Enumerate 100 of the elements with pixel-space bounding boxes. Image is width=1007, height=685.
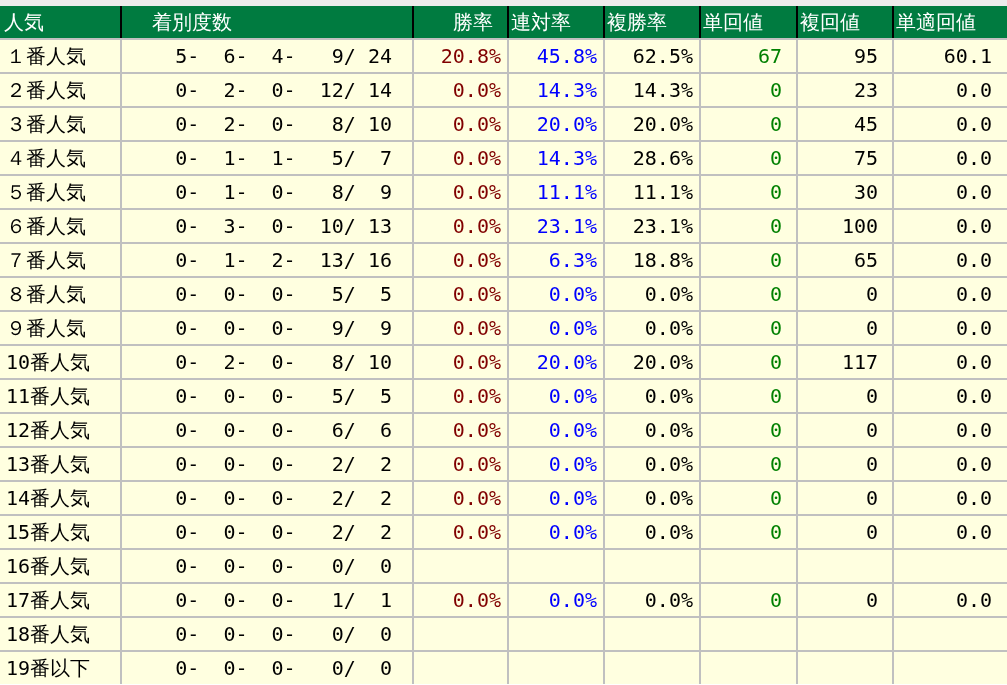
table-cell: 0- 1- 0- 8/ 9	[122, 176, 412, 208]
table-cell: 14.3%	[605, 74, 699, 106]
table-cell: 0	[798, 482, 892, 514]
table-cell: 0.0%	[605, 278, 699, 310]
table-cell: 0- 0- 0- 5/ 5	[122, 380, 412, 412]
table-cell: 0- 1- 1- 5/ 7	[122, 142, 412, 174]
table-cell: 0- 2- 0- 8/ 10	[122, 108, 412, 140]
row-label: ３番人気	[0, 108, 120, 140]
table-cell: 0.0%	[605, 448, 699, 480]
table-cell: 0- 2- 0- 12/ 14	[122, 74, 412, 106]
table-cell: 20.0%	[605, 108, 699, 140]
table-cell: 0	[701, 482, 796, 514]
row-label: 19番以下	[0, 652, 120, 684]
table-cell: 0- 0- 0- 2/ 2	[122, 448, 412, 480]
table-cell: 20.0%	[509, 346, 603, 378]
table-cell: 0.0%	[414, 74, 507, 106]
row-label: 15番人気	[0, 516, 120, 548]
table-cell: 95	[798, 40, 892, 72]
row-label: ２番人気	[0, 74, 120, 106]
table-cell: 5- 6- 4- 9/ 24	[122, 40, 412, 72]
table-cell: 117	[798, 346, 892, 378]
table-cell: 0.0%	[509, 414, 603, 446]
table-cell: 0.0	[894, 142, 1007, 174]
table-cell: 0- 0- 0- 9/ 9	[122, 312, 412, 344]
row-label: 16番人気	[0, 550, 120, 582]
table-cell: 0.0%	[414, 380, 507, 412]
table-cell: 0	[701, 584, 796, 616]
table-cell: 0	[701, 346, 796, 378]
row-label: ６番人気	[0, 210, 120, 242]
table-cell: 0.0%	[414, 176, 507, 208]
table-cell: 0.0	[894, 312, 1007, 344]
table-cell: 0- 0- 0- 0/ 0	[122, 618, 412, 650]
table-cell: 0	[701, 142, 796, 174]
table-cell: 0	[798, 448, 892, 480]
row-label: ５番人気	[0, 176, 120, 208]
table-cell: 0.0%	[605, 482, 699, 514]
table-cell: 11.1%	[509, 176, 603, 208]
column-header: 連対率	[509, 6, 605, 38]
table-cell: 20.0%	[509, 108, 603, 140]
table-cell: 0.0%	[509, 448, 603, 480]
table-cell: 0.0	[894, 176, 1007, 208]
column-header: 複勝率	[605, 6, 701, 38]
table-cell: 0.0%	[414, 448, 507, 480]
table-cell: 60.1	[894, 40, 1007, 72]
table-cell: 0- 0- 0- 5/ 5	[122, 278, 412, 310]
table-cell: 28.6%	[605, 142, 699, 174]
table-cell: 0.0%	[509, 516, 603, 548]
row-label: 11番人気	[0, 380, 120, 412]
table-cell: 30	[798, 176, 892, 208]
table-cell: 0	[701, 176, 796, 208]
table-cell: 0.0%	[414, 346, 507, 378]
table-cell: 0	[701, 380, 796, 412]
row-label: 14番人気	[0, 482, 120, 514]
table-cell: 0	[701, 210, 796, 242]
row-label: ８番人気	[0, 278, 120, 310]
row-label: ７番人気	[0, 244, 120, 276]
table-cell: 0	[701, 516, 796, 548]
table-cell: 0- 0- 0- 0/ 0	[122, 550, 412, 582]
table-cell: 0- 0- 0- 2/ 2	[122, 482, 412, 514]
column-header: 単適回値	[894, 6, 1007, 38]
column-header: 人気	[0, 6, 122, 38]
table-cell: 0- 3- 0- 10/ 13	[122, 210, 412, 242]
table-cell: 0	[798, 278, 892, 310]
table-cell: 23.1%	[605, 210, 699, 242]
table-cell: 0	[701, 312, 796, 344]
table-cell: 0.0	[894, 278, 1007, 310]
table-cell: 11.1%	[605, 176, 699, 208]
table-cell: 45	[798, 108, 892, 140]
table-cell: 0- 0- 0- 6/ 6	[122, 414, 412, 446]
table-cell: 0.0%	[605, 312, 699, 344]
table-cell: 0.0%	[414, 482, 507, 514]
table-cell: 0.0%	[414, 244, 507, 276]
table-cell: 0.0%	[414, 142, 507, 174]
table-cell: 62.5%	[605, 40, 699, 72]
table-cell: 0.0%	[509, 584, 603, 616]
table-cell: 0.0%	[414, 516, 507, 548]
table-cell: 0.0%	[509, 482, 603, 514]
table-cell: 0	[701, 414, 796, 446]
column-header: 勝率	[414, 6, 509, 38]
table-cell: 14.3%	[509, 74, 603, 106]
table-cell: 0.0	[894, 448, 1007, 480]
table-cell: 0- 0- 0- 0/ 0	[122, 652, 412, 684]
table-cell: 0.0%	[414, 278, 507, 310]
table-cell: 0.0	[894, 414, 1007, 446]
table-cell: 0	[701, 74, 796, 106]
table-cell: 0.0%	[414, 312, 507, 344]
column-header: 着別度数	[122, 6, 414, 38]
table-cell: 23	[798, 74, 892, 106]
table-cell: 0.0%	[605, 584, 699, 616]
table-cell: 0.0	[894, 108, 1007, 140]
table-cell: 0.0%	[605, 516, 699, 548]
table-cell: 0.0	[894, 74, 1007, 106]
table-cell: 0- 0- 0- 1/ 1	[122, 584, 412, 616]
table-cell: 0	[798, 584, 892, 616]
table-cell: 0.0%	[605, 380, 699, 412]
row-label: ９番人気	[0, 312, 120, 344]
table-cell: 0.0%	[414, 108, 507, 140]
table-cell: 6.3%	[509, 244, 603, 276]
table-cell: 0	[798, 414, 892, 446]
table-cell: 0	[798, 312, 892, 344]
